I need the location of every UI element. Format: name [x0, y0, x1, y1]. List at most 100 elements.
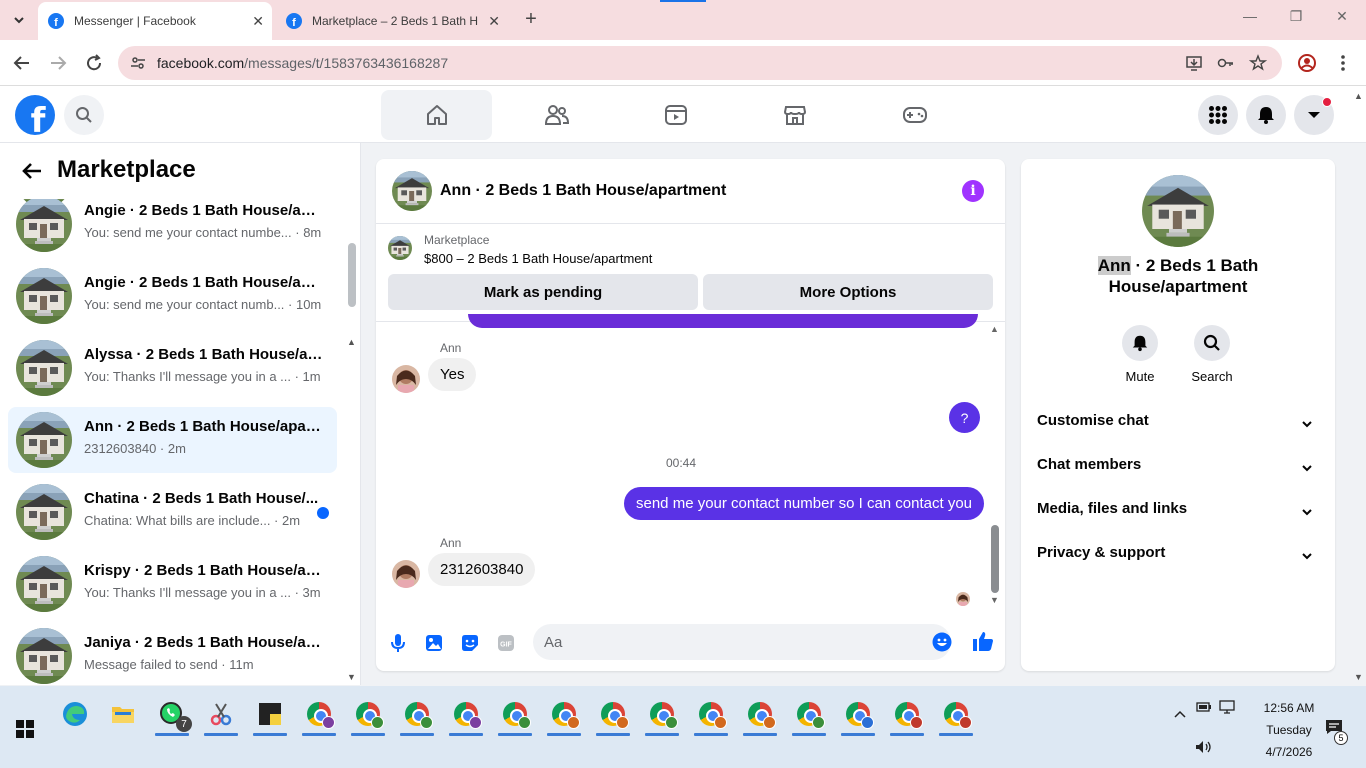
address-bar[interactable]: facebook.com/messages/t/1583763436168287: [118, 46, 1282, 80]
mute-action[interactable]: Mute: [1110, 325, 1170, 384]
install-app-icon[interactable]: [1184, 53, 1204, 73]
chrome-window-icon[interactable]: [299, 694, 339, 736]
minimize-button[interactable]: —: [1240, 8, 1260, 24]
profile-icon[interactable]: [1295, 51, 1319, 75]
conversation-item[interactable]: Krispy · 2 Beds 1 Bath House/apa... You: …: [8, 551, 337, 617]
conversation-item[interactable]: Janiya · 2 Beds 1 Bath House/ap... Messag…: [8, 623, 337, 685]
more-options-button[interactable]: More Options: [703, 274, 993, 310]
outgoing-message: ?: [949, 402, 980, 433]
emoji-icon[interactable]: [932, 632, 952, 652]
search-button[interactable]: [64, 95, 104, 135]
conversation-item[interactable]: Angie · 2 Beds 1 Bath House/apa... You: s…: [8, 191, 337, 257]
browser-menu-icon[interactable]: [1331, 51, 1355, 75]
listing-title[interactable]: $800 – 2 Beds 1 Bath House/apartment: [424, 251, 652, 266]
chrome-window-icon[interactable]: [397, 694, 437, 736]
search-action[interactable]: Search: [1182, 325, 1242, 384]
chrome-window-icon[interactable]: [593, 694, 633, 736]
sticker-icon[interactable]: [459, 632, 481, 654]
tab-messenger[interactable]: f Messenger | Facebook ✕: [38, 2, 272, 40]
tab-search-chevron-icon[interactable]: [6, 8, 32, 32]
sidebar-scrollbar-thumb[interactable]: [348, 243, 356, 307]
bookmark-star-icon[interactable]: [1248, 53, 1268, 73]
page-scroll-down-icon[interactable]: ▼: [1354, 672, 1363, 682]
password-key-icon[interactable]: [1216, 53, 1236, 73]
account-menu-button[interactable]: [1294, 95, 1334, 135]
microphone-icon[interactable]: [387, 632, 409, 654]
restore-button[interactable]: ❐: [1286, 8, 1306, 25]
volume-icon[interactable]: [1195, 738, 1213, 756]
thumbs-up-icon[interactable]: [971, 629, 995, 653]
close-tab-icon[interactable]: ✕: [488, 13, 500, 30]
chrome-window-icon[interactable]: [446, 694, 486, 736]
chrome-window-icon[interactable]: [789, 694, 829, 736]
back-icon[interactable]: [10, 51, 34, 75]
mute-button[interactable]: [1122, 325, 1158, 361]
chat-avatar[interactable]: [392, 171, 432, 211]
site-settings-icon[interactable]: [128, 53, 148, 73]
facebook-logo-icon[interactable]: f: [15, 95, 55, 135]
sender-avatar[interactable]: [392, 365, 420, 393]
section-chat-members[interactable]: Chat members: [1037, 456, 1319, 486]
conversation-item[interactable]: Angie · 2 Beds 1 Bath House/apa... You: s…: [8, 263, 337, 329]
chrome-window-icon[interactable]: [495, 694, 535, 736]
scroll-up-arrow-icon[interactable]: ▲: [347, 337, 356, 347]
profile-badge: [322, 716, 335, 729]
forward-icon[interactable]: [46, 51, 70, 75]
close-tab-icon[interactable]: ✕: [252, 13, 264, 30]
windows-start-icon[interactable]: [16, 720, 34, 738]
clock[interactable]: 12:56 AM Tuesday 4/7/2026: [1252, 697, 1326, 763]
whatsapp-icon[interactable]: 7: [152, 694, 192, 736]
network-icon[interactable]: [1219, 698, 1237, 716]
menu-grid-button[interactable]: [1198, 95, 1238, 135]
show-hidden-icons-chevron[interactable]: [1171, 705, 1189, 723]
back-arrow-icon[interactable]: [20, 159, 44, 183]
message-sender: Ann: [440, 341, 462, 355]
snipping-tool-icon[interactable]: [201, 694, 241, 736]
message-input[interactable]: Aa: [533, 624, 952, 660]
photo-icon[interactable]: [423, 632, 445, 654]
scroll-down-arrow-icon[interactable]: ▼: [347, 672, 356, 682]
profile-avatar[interactable]: [1142, 175, 1214, 247]
nav-home-tab[interactable]: [381, 90, 492, 140]
chat-info-panel: Ann · 2 Beds 1 Bath House/apartment Mute …: [1021, 159, 1335, 671]
chrome-window-icon[interactable]: [887, 694, 927, 736]
nav-marketplace-tab[interactable]: [739, 90, 850, 140]
chrome-window-icon[interactable]: [348, 694, 388, 736]
nav-video-tab[interactable]: [620, 90, 731, 140]
chrome-window-icon[interactable]: [691, 694, 731, 736]
chat-scrollbar-thumb[interactable]: [991, 525, 999, 593]
chat-title[interactable]: Ann · 2 Beds 1 Bath House/apartment: [440, 182, 726, 200]
mark-as-pending-button[interactable]: Mark as pending: [388, 274, 698, 310]
reload-icon[interactable]: [82, 51, 106, 75]
conversation-item[interactable]: Alyssa · 2 Beds 1 Bath House/apa... You: …: [8, 335, 337, 401]
file-explorer-icon[interactable]: [103, 694, 143, 734]
battery-icon[interactable]: [1195, 698, 1213, 716]
gif-icon[interactable]: GIF: [495, 632, 517, 654]
running-indicator: [890, 733, 924, 736]
chrome-window-icon[interactable]: [936, 694, 976, 736]
new-tab-button[interactable]: +: [520, 8, 542, 30]
page-scroll-up-icon[interactable]: ▲: [1354, 91, 1363, 101]
search-in-chat-button[interactable]: [1194, 325, 1230, 361]
chat-scroll-down-icon[interactable]: ▼: [990, 595, 999, 605]
section-customise-chat[interactable]: Customise chat: [1037, 412, 1319, 442]
nav-friends-tab[interactable]: [501, 90, 612, 140]
chrome-window-icon[interactable]: [740, 694, 780, 736]
chrome-window-icon[interactable]: [642, 694, 682, 736]
chrome-window-icon[interactable]: [544, 694, 584, 736]
section-media-files-links[interactable]: Media, files and links: [1037, 500, 1319, 530]
chat-scroll-up-icon[interactable]: ▲: [990, 324, 999, 334]
info-icon[interactable]: i: [962, 180, 984, 202]
tab-marketplace[interactable]: f Marketplace – 2 Beds 1 Bath Ho ✕: [276, 2, 508, 40]
chrome-window-icon[interactable]: [838, 694, 878, 736]
notifications-button[interactable]: [1246, 95, 1286, 135]
edge-icon[interactable]: [55, 694, 95, 734]
sender-avatar[interactable]: [392, 560, 420, 588]
section-privacy-support[interactable]: Privacy & support: [1037, 544, 1319, 574]
listing-thumbnail[interactable]: [388, 236, 412, 260]
conversation-item[interactable]: Chatina · 2 Beds 1 Bath House/... Chatina…: [8, 479, 337, 545]
conversation-item[interactable]: Ann · 2 Beds 1 Bath House/apart... 231260…: [8, 407, 337, 473]
nav-gaming-tab[interactable]: [859, 90, 970, 140]
close-window-button[interactable]: ✕: [1332, 8, 1352, 25]
sticky-notes-icon[interactable]: [250, 694, 290, 736]
